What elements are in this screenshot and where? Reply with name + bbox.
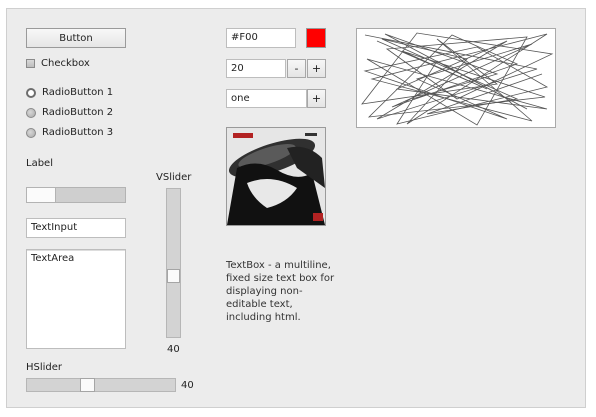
hslider-value: 40: [181, 380, 194, 391]
progress-fill: [27, 188, 57, 202]
button-label: Button: [59, 32, 93, 44]
dropdown-button-label: +: [311, 92, 322, 105]
hslider-label: HSlider: [26, 362, 63, 373]
button[interactable]: Button: [26, 28, 126, 48]
radio-button-3[interactable]: RadioButton 3: [26, 127, 113, 138]
checkbox-label: Checkbox: [41, 58, 90, 69]
vslider-thumb[interactable]: [167, 269, 180, 283]
plus-button[interactable]: +: [307, 59, 326, 78]
radio-label-2: RadioButton 2: [42, 107, 114, 118]
color-input[interactable]: #F00: [226, 28, 296, 48]
drawing-canvas[interactable]: [356, 28, 556, 128]
plus-label: +: [311, 62, 322, 75]
dropdown[interactable]: one: [226, 89, 307, 108]
vslider-value: 40: [167, 344, 180, 355]
hslider-track[interactable]: [26, 378, 176, 392]
minus-label: -: [294, 62, 299, 75]
radio-button-2[interactable]: RadioButton 2: [26, 107, 113, 118]
number-input[interactable]: 20: [226, 59, 286, 78]
label-text: Label: [26, 158, 53, 169]
radio-label-3: RadioButton 3: [42, 127, 114, 138]
hslider-thumb[interactable]: [80, 378, 95, 392]
radio-label-1: RadioButton 1: [42, 87, 114, 98]
canvas-scribbles: [361, 32, 554, 126]
album-image: [226, 127, 326, 226]
dropdown-button[interactable]: +: [307, 89, 326, 108]
minus-button[interactable]: -: [287, 59, 306, 78]
checkbox[interactable]: Checkbox: [26, 58, 90, 69]
text-input[interactable]: TextInput: [26, 218, 126, 238]
radio-circle-2[interactable]: [26, 107, 36, 118]
album-art: [227, 128, 325, 225]
color-swatch[interactable]: [306, 28, 326, 48]
radio-circle-3[interactable]: [26, 127, 36, 138]
text-box: TextBox - a multiline, fixed size text b…: [226, 260, 335, 323]
checkbox-box[interactable]: [26, 59, 35, 68]
vslider-label: VSlider: [156, 172, 192, 183]
vslider-track[interactable]: [166, 188, 181, 338]
radio-circle-1[interactable]: [26, 87, 36, 98]
radio-button-1[interactable]: RadioButton 1: [26, 87, 113, 98]
progress-bar: [26, 187, 126, 203]
text-area[interactable]: TextArea: [26, 249, 126, 349]
